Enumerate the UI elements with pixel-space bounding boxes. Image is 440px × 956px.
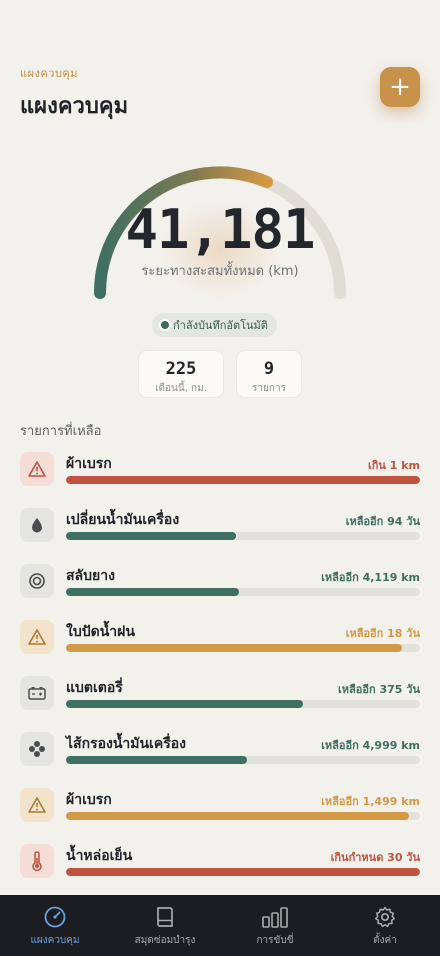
battery-icon — [20, 676, 54, 710]
item-status: เหลืออีก 1,499 km — [321, 795, 420, 808]
warning-icon — [20, 452, 54, 486]
progress-fill — [66, 756, 247, 764]
item-name: สลับยาง — [66, 568, 115, 584]
progress-fill — [66, 812, 410, 820]
progress-track — [66, 700, 420, 708]
gear-icon — [375, 906, 395, 928]
bars-icon — [262, 907, 288, 928]
maintenance-item[interactable]: ผ้าเบรก เกิน 1 km — [20, 450, 420, 506]
item-name: แบตเตอรี่ — [66, 680, 123, 696]
auto-record-label: กำลังบันทึกอัตโนมัติ — [173, 319, 268, 332]
maintenance-list: ผ้าเบรก เกิน 1 km เปลี่ยนน้ำมันเครื่อง เ… — [20, 450, 420, 898]
progress-fill — [66, 700, 304, 708]
progress-fill — [66, 532, 236, 540]
item-status: เกินกำหนด 30 วัน — [330, 851, 420, 864]
stat-label: เดือนนี้, กม. — [155, 383, 207, 394]
item-name: ผ้าเบรก — [66, 456, 112, 472]
progress-track — [66, 756, 420, 764]
progress-track — [66, 644, 420, 652]
gauge-icon — [44, 906, 66, 928]
item-status: เหลืออีก 4,999 km — [321, 739, 420, 752]
page-eyebrow: แผงควบคุม — [20, 67, 79, 80]
maintenance-item[interactable]: เปลี่ยนน้ำมันเครื่อง เหลืออีก 94 วัน — [20, 506, 420, 562]
tab-settings[interactable]: ตั้งค่า — [330, 895, 440, 956]
maintenance-item[interactable]: ผ้าเบรก เหลืออีก 1,499 km — [20, 786, 420, 842]
item-name: เปลี่ยนน้ำมันเครื่อง — [66, 512, 180, 528]
item-status: เหลืออีก 94 วัน — [345, 515, 420, 528]
item-name: น้ำหล่อเย็น — [66, 848, 133, 864]
auto-record-badge: กำลังบันทึกอัตโนมัติ — [152, 313, 277, 337]
maintenance-item[interactable]: น้ำหล่อเย็น เกินกำหนด 30 วัน — [20, 842, 420, 898]
tab-dashboard[interactable]: แผงควบคุม — [0, 895, 110, 956]
total-distance-value: 41,181 — [125, 198, 315, 261]
recording-dot-icon — [161, 321, 169, 329]
page-title: แผงควบคุม — [20, 94, 129, 119]
tab-logbook[interactable]: สมุดซ่อมบำรุง — [110, 895, 220, 956]
item-status: เกิน 1 km — [367, 459, 420, 472]
item-status: เหลืออีก 18 วัน — [345, 627, 420, 640]
distance-gauge: 41,181 ระยะทางสะสมทั้งหมด (km) — [0, 150, 440, 310]
item-name: ไส้กรองน้ำมันเครื่อง — [66, 736, 186, 752]
page-header: แผงควบคุม แผงควบคุม — [20, 64, 128, 123]
item-name: ใบปัดน้ำฝน — [66, 624, 135, 640]
oil-drop-icon — [20, 508, 54, 542]
stat-value: 225 — [165, 359, 197, 379]
progress-track — [66, 868, 420, 876]
warning-icon — [20, 620, 54, 654]
stat-value: 9 — [263, 359, 275, 379]
item-name: ผ้าเบรก — [66, 792, 112, 808]
tire-icon — [20, 564, 54, 598]
progress-track — [66, 532, 420, 540]
tab-label: ตั้งค่า — [373, 935, 397, 946]
total-distance-caption: ระยะทางสะสมทั้งหมด (km) — [141, 264, 299, 279]
maintenance-item[interactable]: แบตเตอรี่ เหลืออีก 375 วัน — [20, 674, 420, 730]
maintenance-item[interactable]: ใบปัดน้ำฝน เหลืออีก 18 วัน — [20, 618, 420, 674]
progress-track — [66, 812, 420, 820]
progress-fill — [66, 644, 403, 652]
add-button[interactable]: + — [380, 67, 420, 107]
progress-fill — [66, 868, 420, 876]
progress-fill — [66, 588, 240, 596]
section-title-remaining: รายการที่เหลือ — [20, 424, 102, 439]
tab-driving[interactable]: การขับขี่ — [220, 895, 330, 956]
stat-card-item-count: 9 รายการ — [236, 350, 302, 398]
stat-label: รายการ — [252, 383, 286, 394]
stat-card-monthly-distance: 225 เดือนนี้, กม. — [138, 350, 224, 398]
thermometer-icon — [20, 844, 54, 878]
tab-label: สมุดซ่อมบำรุง — [134, 935, 196, 946]
book-icon — [157, 907, 173, 927]
bottom-tab-bar: แผงควบคุม สมุดซ่อมบำรุง การขับขี่ ตั้งค่… — [0, 895, 440, 956]
tab-label: แผงควบคุม — [30, 935, 80, 946]
progress-track — [66, 588, 420, 596]
maintenance-item[interactable]: สลับยาง เหลืออีก 4,119 km — [20, 562, 420, 618]
maintenance-item[interactable]: ไส้กรองน้ำมันเครื่อง เหลืออีก 4,999 km — [20, 730, 420, 786]
item-status: เหลืออีก 375 วัน — [338, 683, 420, 696]
filter-icon — [20, 732, 54, 766]
progress-track — [66, 476, 420, 484]
warning-icon — [20, 788, 54, 822]
progress-fill — [66, 476, 420, 484]
item-status: เหลืออีก 4,119 km — [321, 571, 420, 584]
tab-label: การขับขี่ — [256, 935, 294, 946]
